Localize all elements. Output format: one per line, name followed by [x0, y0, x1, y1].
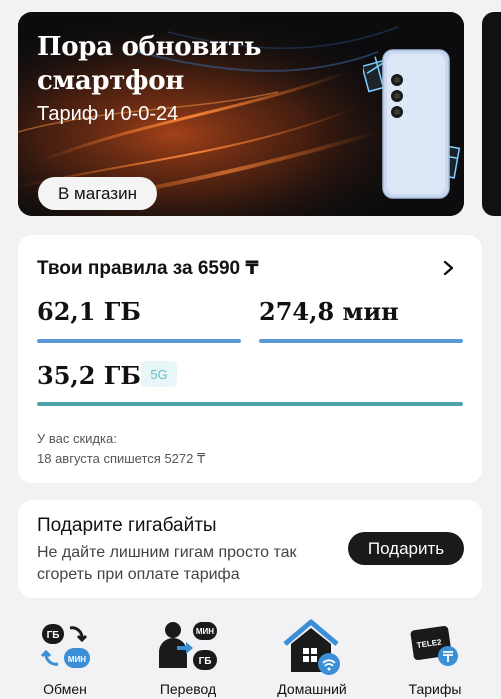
exchange-gb-min-icon: ГБ МИН	[40, 624, 90, 668]
gift-title: Подарите гигабайты	[37, 515, 217, 536]
shop-button[interactable]: В магазин	[38, 177, 157, 210]
quick-actions: ГБ МИН Обмен МИН ГБ Перевод Домашний TEL…	[0, 598, 501, 699]
quick-action-label: Домашний	[277, 681, 347, 697]
minutes-balance: 274,8 мин	[259, 297, 399, 326]
promo-banner[interactable]: Пора обновить смартфон Тариф и 0-0-24 В …	[18, 12, 464, 216]
discount-label: У вас скидка:	[37, 431, 117, 446]
svg-text:МИН: МИН	[68, 655, 86, 664]
svg-text:МИН: МИН	[196, 627, 214, 636]
quick-action-label: Обмен	[43, 681, 87, 697]
quick-action-tariffs[interactable]: TELE2 Тарифы	[380, 598, 490, 699]
transfer-icon: МИН ГБ	[159, 622, 217, 670]
data-balance: 62,1 ГБ	[37, 297, 141, 326]
discount-text: 18 августа спишется 5272 ₸	[37, 451, 206, 466]
minutes-progress-bar	[259, 339, 463, 343]
banner-title: Пора обновить смартфон	[37, 32, 262, 96]
quick-action-transfer[interactable]: МИН ГБ Перевод	[133, 598, 243, 699]
home-wifi-icon	[283, 619, 340, 675]
gift-description: Не дайте лишним гигам просто так сгореть…	[37, 544, 297, 583]
tariff-title: Твои правила за 6590 ₸	[37, 258, 259, 279]
data-5g-balance: 35,2 ГБ	[37, 361, 141, 390]
smartphone-image	[363, 49, 461, 199]
gift-gigabytes-card: Подарите гигабайты Не дайте лишним гигам…	[18, 500, 482, 598]
data-5g-progress-bar	[37, 402, 463, 406]
next-banner-peek[interactable]	[482, 12, 501, 216]
data-progress-bar	[37, 339, 241, 343]
gift-button[interactable]: Подарить	[348, 532, 464, 565]
badge-5g: 5G	[141, 361, 177, 387]
quick-action-home[interactable]: Домашний	[257, 598, 367, 699]
chevron-right-icon[interactable]	[442, 260, 456, 276]
svg-text:ГБ: ГБ	[47, 630, 60, 641]
quick-action-exchange[interactable]: ГБ МИН Обмен	[10, 598, 120, 699]
tariff-card[interactable]: Твои правила за 6590 ₸ 62,1 ГБ 274,8 мин…	[18, 235, 482, 483]
quick-action-label: Тарифы	[408, 681, 462, 697]
quick-action-label: Перевод	[159, 681, 217, 697]
svg-text:ГБ: ГБ	[199, 656, 212, 667]
banner-subtitle: Тариф и 0-0-24	[37, 103, 179, 125]
tariffs-sim-icon: TELE2	[410, 626, 458, 666]
